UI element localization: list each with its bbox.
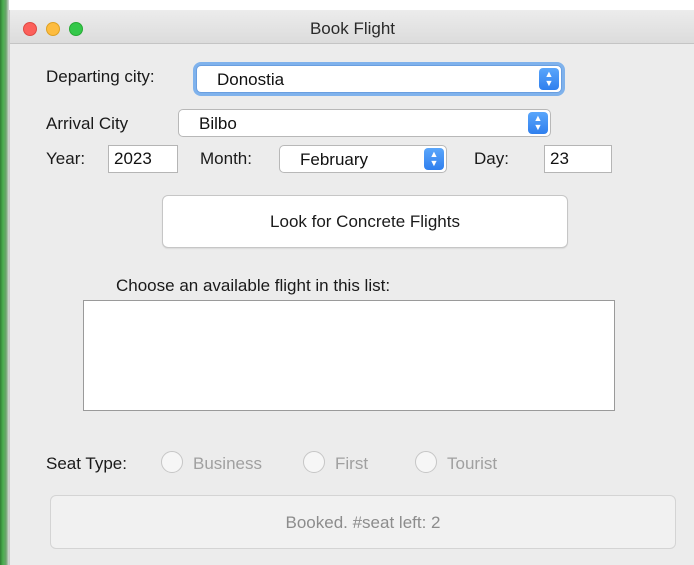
book-flight-window: Book Flight Departing city: Donostia ▲ ▼ … xyxy=(9,10,694,565)
year-label: Year: xyxy=(46,149,86,168)
chevron-up-down-icon: ▲ ▼ xyxy=(424,148,444,170)
year-field[interactable]: 2023 xyxy=(108,145,178,173)
available-flights-list[interactable] xyxy=(83,300,615,411)
look-for-flights-button[interactable]: Look for Concrete Flights xyxy=(162,195,568,248)
background-window-edge xyxy=(0,0,9,565)
day-label: Day: xyxy=(474,149,509,168)
arrival-city-select[interactable]: Bilbo ▲ ▼ xyxy=(178,109,551,137)
seat-type-label: Seat Type: xyxy=(46,454,127,473)
tourist-radio[interactable] xyxy=(415,451,437,473)
month-select[interactable]: February ▲ ▼ xyxy=(279,145,447,173)
first-radio[interactable] xyxy=(303,451,325,473)
chevron-up-down-icon: ▲ ▼ xyxy=(528,112,548,134)
month-value: February xyxy=(300,150,369,169)
arrival-city-value: Bilbo xyxy=(199,114,237,133)
month-label: Month: xyxy=(200,149,252,168)
business-radio-label: Business xyxy=(193,454,262,473)
tourist-radio-label: Tourist xyxy=(447,454,498,473)
chevron-up-down-icon: ▲ ▼ xyxy=(539,68,559,90)
day-field[interactable]: 23 xyxy=(544,145,612,173)
flight-list-label: Choose an available flight in this list: xyxy=(116,276,391,295)
first-radio-label: First xyxy=(335,454,369,473)
departing-city-select[interactable]: Donostia ▲ ▼ xyxy=(196,65,562,93)
screen: Book Flight Departing city: Donostia ▲ ▼ … xyxy=(0,0,694,565)
book-seat-button[interactable]: Booked. #seat left: 2 xyxy=(50,495,676,549)
title-bar[interactable]: Book Flight xyxy=(10,10,694,44)
business-radio[interactable] xyxy=(161,451,183,473)
departing-city-label: Departing city: xyxy=(46,67,155,86)
window-title: Book Flight xyxy=(309,19,396,38)
arrival-city-label: Arrival City xyxy=(46,114,129,133)
departing-city-value: Donostia xyxy=(217,70,285,89)
